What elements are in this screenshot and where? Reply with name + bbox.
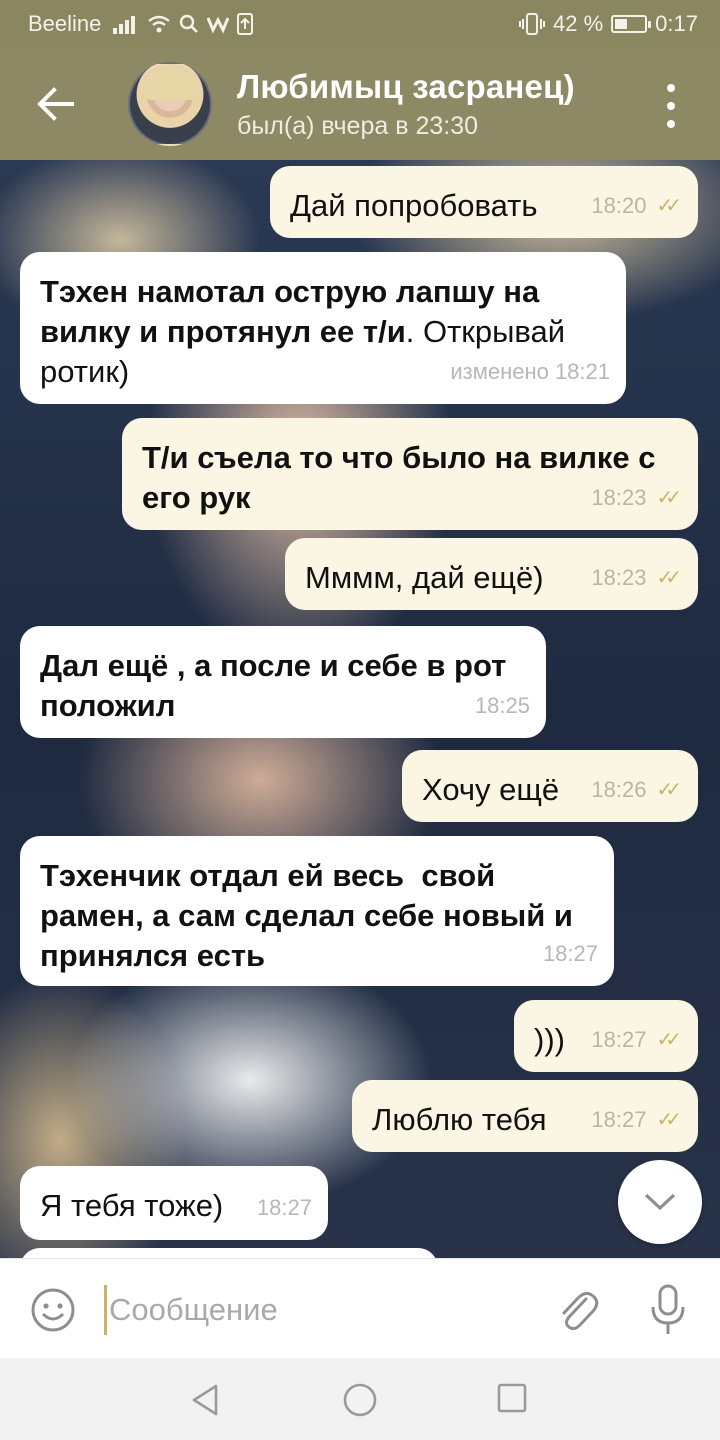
message-meta: 18:23 ✓✓ [591, 478, 682, 518]
message-outgoing[interactable]: Дай попробовать 18:20 ✓✓ [270, 166, 698, 238]
message-text-bold: Тэхенчик отдал ей весь свой рамен, а сам… [40, 858, 582, 973]
read-ticks-icon: ✓✓ [656, 1109, 681, 1131]
read-ticks-icon: ✓✓ [656, 567, 681, 589]
message-time: 18:27 [591, 1027, 647, 1052]
message-text: Дай попробовать [290, 188, 538, 223]
attach-button[interactable] [556, 1287, 600, 1333]
chevron-down-icon [644, 1193, 676, 1211]
message-time: изменено 18:21 [450, 359, 610, 384]
message-time: 18:27 [542, 941, 598, 966]
message-outgoing[interactable]: Люблю тебя 18:27 ✓✓ [352, 1080, 698, 1152]
message-text-bold: Т/и съела то что было на вилке с его рук [142, 440, 665, 515]
search-status-icon [180, 14, 199, 33]
message-outgoing[interactable]: ))) 18:27 ✓✓ [514, 1000, 698, 1072]
message-text: Хочу ещё [422, 772, 560, 807]
message-composer [0, 1258, 720, 1359]
message-time: 18:26 [591, 777, 647, 802]
message-incoming[interactable]: Я тебя тоже) 18:27 [20, 1166, 328, 1240]
signal-icon [113, 16, 136, 34]
battery-percent: 42 % [553, 11, 604, 36]
message-time: 18:27 [591, 1107, 647, 1132]
status-bar: Beeline 42 % 0:17 [0, 0, 720, 48]
nav-back-button[interactable] [188, 1382, 224, 1418]
system-navigation-bar [0, 1358, 720, 1440]
read-ticks-icon: ✓✓ [656, 779, 681, 801]
chat-header: Любимыц засранец) был(а) вчера в 23:30 [0, 48, 720, 160]
microphone-button[interactable] [648, 1283, 688, 1337]
vibrate-icon [519, 13, 546, 35]
read-ticks-icon: ✓✓ [656, 487, 681, 509]
smiley-icon [31, 1288, 75, 1332]
message-meta: 18:27 [257, 1188, 312, 1228]
carrier-name: Beeline [28, 11, 102, 36]
message-outgoing[interactable]: Мммм, дай ещё) 18:23 ✓✓ [285, 538, 698, 610]
arrow-left-icon [37, 87, 74, 121]
back-button[interactable] [34, 82, 78, 126]
message-meta: 18:27 ✓✓ [591, 1020, 682, 1060]
message-text: Люблю тебя [372, 1102, 547, 1137]
emoji-button[interactable] [30, 1287, 76, 1333]
message-meta: 18:25 [475, 686, 530, 726]
message-meta: 18:26 ✓✓ [591, 770, 682, 810]
message-incoming[interactable]: Дал ещё , а после и себе в рот положил 1… [20, 626, 546, 738]
chat-title[interactable]: Любимыц засранец) [237, 68, 575, 106]
message-time: 18:20 [591, 193, 647, 218]
message-incoming[interactable]: Тэхенчик отдал ей весь свой рамен, а сам… [20, 836, 614, 986]
message-text: Мммм, дай ещё) [305, 560, 544, 595]
battery-icon [611, 15, 652, 33]
message-meta: изменено 18:21 [450, 352, 610, 392]
battery-level [615, 19, 628, 29]
wifi-icon [148, 15, 171, 33]
message-text: ))) [534, 1022, 565, 1057]
message-meta: 18:27 [543, 934, 598, 974]
status-right: 42 % 0:17 [519, 11, 698, 37]
message-time: 18:27 [256, 1195, 312, 1220]
message-incoming[interactable]: Тэхен намотал острую лапшу на вилку и пр… [20, 252, 626, 404]
message-meta: 18:23 ✓✓ [591, 558, 682, 598]
message-outgoing[interactable]: Хочу ещё 18:26 ✓✓ [402, 750, 698, 822]
message-text: Я тебя тоже) [40, 1188, 224, 1223]
app-notification-icon [207, 16, 230, 34]
last-seen-status: был(а) вчера в 23:30 [237, 112, 479, 140]
message-time: 18:23 [591, 485, 647, 510]
message-text-bold: Дал ещё , а после и себе в рот положил [40, 648, 515, 723]
microphone-icon [651, 1284, 685, 1334]
message-meta: 18:20 ✓✓ [591, 186, 682, 226]
message-input[interactable] [104, 1285, 531, 1335]
circle-home-icon [343, 1383, 377, 1417]
message-incoming-partial[interactable] [20, 1248, 438, 1258]
message-time: 18:23 [591, 565, 647, 590]
clock: 0:17 [655, 11, 698, 36]
message-meta: 18:27 ✓✓ [591, 1100, 682, 1140]
nav-home-button[interactable] [342, 1382, 378, 1418]
status-icons [113, 13, 254, 35]
scroll-down-button[interactable] [618, 1160, 702, 1244]
upload-icon [237, 13, 254, 35]
square-recents-icon [497, 1383, 527, 1413]
read-ticks-icon: ✓✓ [656, 1029, 681, 1051]
kebab-menu-icon[interactable] [656, 84, 686, 128]
avatar[interactable] [128, 62, 212, 146]
message-time: 18:25 [474, 693, 530, 718]
nav-recent-apps-button[interactable] [496, 1382, 528, 1414]
chat-area[interactable]: Дай попробовать 18:20 ✓✓ Тэхен намотал ос… [0, 160, 720, 1258]
triangle-back-icon [192, 1384, 218, 1416]
read-ticks-icon: ✓✓ [656, 195, 681, 217]
message-outgoing[interactable]: Т/и съела то что было на вилке с его рук… [122, 418, 698, 530]
paperclip-icon [562, 1291, 599, 1331]
